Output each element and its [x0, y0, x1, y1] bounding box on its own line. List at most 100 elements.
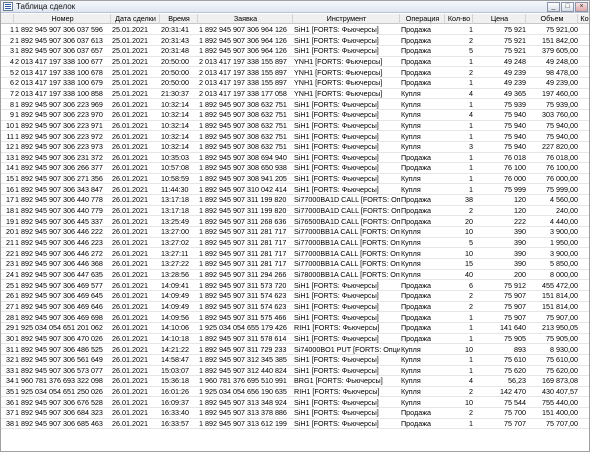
table-row[interactable]: 11 1 892 945 907 306 223 972 26.01.2021 10:… [1, 132, 589, 142]
cell-trade-time: 13:27:00 [161, 227, 189, 237]
table-row[interactable]: 81 892 945 907 306 223 969 26.01.2021 10:3… [1, 100, 589, 110]
cell-operation: Купля [401, 355, 421, 365]
table-row[interactable]: 32 1 892 945 907 306 561 649 26.01.2021 14:… [1, 355, 589, 366]
table-row[interactable]: 62 013 417 197 338 100 679 25.01.2021 20:5… [1, 78, 589, 89]
column-header-quantity[interactable]: Кол-во [446, 14, 473, 24]
table-row[interactable]: 19 1 892 945 907 306 445 337 26.01.2021 13:… [1, 216, 589, 228]
table-row[interactable]: 52 013 417 197 338 100 678 25.01.2021 20:5… [1, 68, 589, 78]
table-row[interactable]: 26 1 892 945 907 306 469 645 26.01.2021 14:… [1, 291, 589, 302]
cell-order-number: 1 892 945 907 311 281 717 [199, 259, 287, 269]
cell-operation: Купля [401, 174, 421, 184]
table-row[interactable]: 30 1 892 945 907 306 470 026 26.01.2021 14:… [1, 333, 589, 345]
column-header-volume[interactable]: Объем [527, 14, 578, 24]
table-row[interactable]: 18 1 892 945 907 306 440 779 26.01.2021 13:… [1, 206, 589, 217]
cell-price: 75 940 [504, 142, 526, 152]
cell-trade-time: 13:25:49 [161, 216, 189, 226]
cell-trade-date: 25.01.2021 [112, 35, 148, 45]
table-row[interactable]: 12 1 892 945 907 306 223 973 26.01.2021 10:… [1, 142, 589, 153]
column-header-order-number[interactable]: Заявка [199, 14, 293, 24]
column-header-extra[interactable]: Ко [579, 14, 589, 24]
table-row[interactable]: 13 1 892 945 907 306 231 372 26.01.2021 10:… [1, 153, 589, 164]
cell-trade-date: 26.01.2021 [112, 344, 148, 354]
cell-price: 75 939 [504, 99, 526, 109]
table-row[interactable]: 23 1 892 945 907 306 446 368 26.01.2021 13:… [1, 259, 589, 270]
cell-trade-number: 1 925 034 054 651 201 062 [15, 323, 103, 333]
cell-quantity: 1 [469, 365, 473, 375]
cell-trade-number: 1 892 945 907 306 440 778 [15, 195, 103, 205]
cell-trade-number: 1 892 945 907 306 561 649 [15, 355, 103, 365]
minimize-button[interactable]: _ [547, 2, 560, 12]
column-header-trade-time[interactable]: Время [161, 14, 198, 24]
title-bar[interactable]: Таблица сделок _ □ × [1, 1, 589, 13]
cell-operation: Продажа [401, 163, 431, 173]
cell-row-number: 14 [6, 163, 14, 173]
table-row[interactable]: 21 1 892 945 907 306 446 223 26.01.2021 13:… [1, 238, 589, 249]
table-row[interactable]: 91 892 945 907 306 223 970 26.01.2021 10:3… [1, 110, 589, 121]
cell-quantity: 1 [469, 56, 473, 66]
cell-trade-date: 26.01.2021 [112, 248, 148, 258]
table-row[interactable]: 72 013 417 197 338 100 858 25.01.2021 21:3… [1, 88, 589, 100]
cell-order-number: 1 892 945 907 306 964 126 [199, 25, 287, 34]
cell-trade-time: 13:27:11 [161, 248, 189, 258]
cell-order-number: 1 892 945 907 311 199 820 [199, 195, 287, 205]
column-header-price[interactable]: Цена [474, 14, 526, 24]
table-row[interactable]: 15 1 892 945 907 306 271 356 26.01.2021 10:… [1, 174, 589, 185]
table-row[interactable]: 35 1 925 034 054 651 250 026 26.01.2021 16:… [1, 387, 589, 398]
cell-volume: 4 560,00 [550, 195, 578, 205]
cell-row-number: 8 [10, 99, 14, 109]
cell-price: 75 921 [504, 46, 526, 56]
table-icon [3, 2, 13, 11]
cell-price: 390 [514, 227, 526, 237]
cell-price: 75 999 [504, 184, 526, 194]
table-row[interactable]: 36 1 892 945 907 306 676 528 26.01.2021 16:… [1, 398, 589, 409]
cell-operation: Продажа [401, 419, 431, 429]
column-header-operation[interactable]: Операция [401, 14, 445, 24]
cell-trade-time: 13:27:02 [161, 238, 189, 247]
table-row[interactable]: 24 1 892 945 907 306 447 635 26.01.2021 13:… [1, 269, 589, 281]
cell-instrument: SiH1 [FORTS: Фьючерсы] [294, 131, 379, 141]
table-row[interactable]: 31 1 892 945 907 306 486 525 26.01.2021 14:… [1, 345, 589, 355]
cell-trade-date: 26.01.2021 [112, 259, 148, 269]
table-row[interactable]: 33 1 892 945 907 306 573 077 26.01.2021 15:… [1, 365, 589, 377]
table-row[interactable]: 22 1 892 945 907 306 446 272 26.01.2021 13:… [1, 248, 589, 260]
table-row[interactable]: 10 1 892 945 907 306 223 971 26.01.2021 10:… [1, 120, 589, 132]
table-row[interactable]: 29 1 925 034 054 651 201 062 26.01.2021 14:… [1, 323, 589, 334]
cell-operation: Купля [401, 344, 421, 354]
table-row[interactable]: 28 1 892 945 907 306 469 698 26.01.2021 14:… [1, 313, 589, 323]
column-header-row-number[interactable] [1, 14, 14, 24]
cell-price: 120 [514, 206, 526, 216]
cell-trade-date: 26.01.2021 [112, 387, 148, 397]
cell-trade-number: 1 892 945 907 306 469 698 [15, 312, 103, 322]
table-row[interactable]: 20 1 892 945 907 306 446 222 26.01.2021 13:… [1, 227, 589, 238]
table-row[interactable]: 14 1 892 945 907 306 266 377 26.01.2021 10:… [1, 163, 589, 174]
cell-trade-number: 2 013 417 197 338 100 858 [15, 88, 103, 98]
cell-order-number: 2 013 417 197 338 155 897 [199, 78, 287, 88]
column-header-trade-date[interactable]: Дата сделки [112, 14, 160, 24]
table-row[interactable]: 34 1 960 781 376 693 322 098 26.01.2021 15:… [1, 376, 589, 387]
cell-trade-time: 14:58:47 [161, 355, 189, 365]
close-button[interactable]: × [575, 2, 588, 12]
column-header-trade-number[interactable]: Номер [15, 14, 111, 24]
cell-trade-number: 1 892 945 907 306 469 645 [15, 291, 103, 301]
maximize-button[interactable]: □ [561, 2, 574, 12]
cell-trade-date: 26.01.2021 [112, 120, 148, 130]
cell-instrument: SiH1 [FORTS: Фьючерсы] [294, 25, 379, 34]
table-row[interactable]: 37 1 892 945 907 306 684 323 26.01.2021 16:… [1, 408, 589, 419]
cell-operation: Продажа [401, 301, 431, 311]
table-row[interactable]: 42 013 417 197 338 100 677 25.01.2021 20:5… [1, 56, 589, 68]
cell-order-number: 1 892 945 907 308 632 751 [199, 131, 287, 141]
table-row[interactable]: 11 892 945 907 306 037 596 25.01.2021 20:3… [1, 25, 589, 36]
table-row[interactable]: 16 1 892 945 907 306 343 847 26.01.2021 11:… [1, 184, 589, 196]
cell-operation: Продажа [401, 333, 431, 343]
table-row[interactable]: 27 1 892 945 907 306 469 646 26.01.2021 14:… [1, 301, 589, 313]
column-header-instrument[interactable]: Инструмент [294, 14, 400, 24]
table-row[interactable]: 31 892 945 907 306 037 657 25.01.2021 20:3… [1, 46, 589, 57]
cell-row-number: 24 [6, 269, 14, 279]
cell-trade-date: 26.01.2021 [112, 238, 148, 247]
table-row[interactable]: 21 892 945 907 306 037 613 25.01.2021 20:3… [1, 35, 589, 47]
trades-table-body: 11 892 945 907 306 037 596 25.01.2021 20:3… [1, 25, 589, 451]
table-row[interactable]: 38 1 892 945 907 306 685 463 26.01.2021 16:… [1, 419, 589, 430]
table-row[interactable]: 25 1 892 945 907 306 469 577 26.01.2021 14:… [1, 281, 589, 291]
cell-trade-number: 1 892 945 907 306 223 972 [15, 131, 103, 141]
table-row[interactable]: 17 1 892 945 907 306 440 778 26.01.2021 13:… [1, 195, 589, 206]
